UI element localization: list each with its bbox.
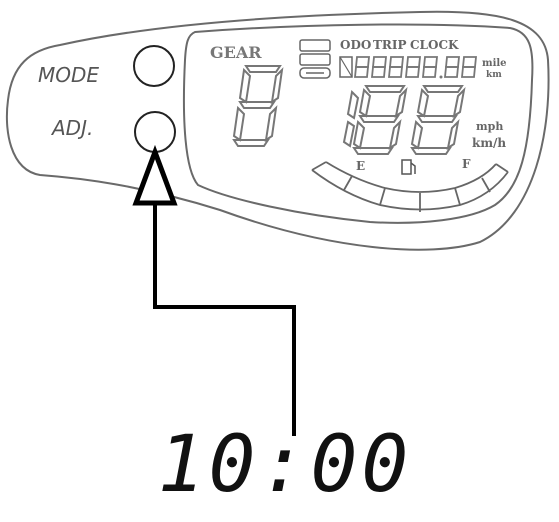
arrow-up-icon bbox=[132, 144, 296, 436]
clock-label: CLOCK bbox=[410, 38, 459, 52]
kmh-unit-label: km/h bbox=[472, 136, 506, 150]
fuel-full-label: F bbox=[462, 157, 471, 171]
mile-unit-label: mile bbox=[482, 58, 507, 69]
gear-seven-segment-digit bbox=[232, 65, 284, 147]
speed-digits bbox=[342, 85, 466, 155]
fuel-pump-icon bbox=[401, 159, 416, 175]
fuel-gauge bbox=[311, 161, 509, 212]
gear-label: GEAR bbox=[210, 43, 262, 62]
clock-readout: 10:00 bbox=[157, 420, 413, 510]
mode-button[interactable] bbox=[133, 45, 175, 87]
indicator-box-top bbox=[299, 39, 331, 52]
km-unit-label: km bbox=[486, 70, 502, 80]
fuel-empty-label: E bbox=[356, 159, 365, 173]
odo-label: ODO bbox=[340, 38, 371, 52]
trip-label: TRIP bbox=[373, 38, 407, 52]
mode-label: MODE bbox=[38, 63, 99, 87]
adj-label: ADJ. bbox=[50, 116, 93, 140]
indicator-box-mid bbox=[299, 53, 331, 66]
mph-unit-label: mph bbox=[476, 120, 503, 133]
odometer-digits bbox=[354, 56, 477, 79]
